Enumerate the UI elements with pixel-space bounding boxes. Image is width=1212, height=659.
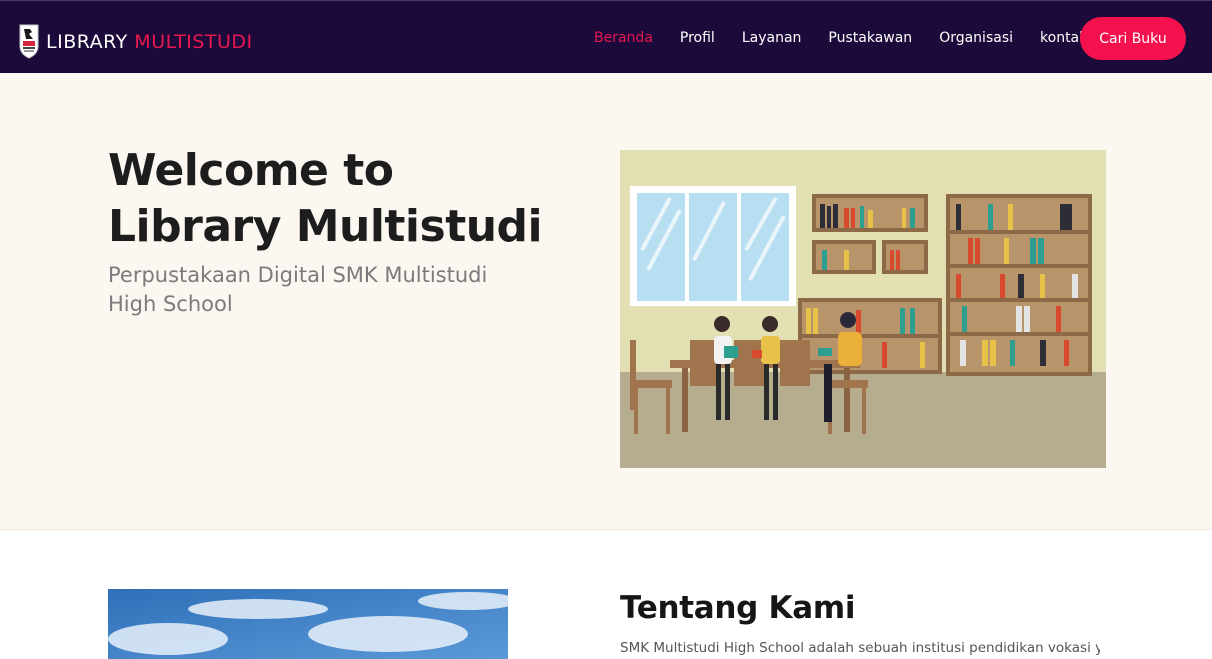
main-nav: Beranda Profil Layanan Pustakawan Organi… <box>594 29 1114 47</box>
library-reading-room-illustration <box>620 150 1106 468</box>
school-shield-logo-icon <box>19 24 39 59</box>
brand-name: LIBRARY MULTISTUDI <box>46 25 253 59</box>
top-navbar: LIBRARY MULTISTUDI Beranda Profil Layana… <box>0 0 1212 73</box>
brand-link[interactable]: LIBRARY MULTISTUDI <box>18 23 253 60</box>
about-title: Tentang Kami <box>620 590 856 626</box>
nav-item-beranda[interactable]: Beranda <box>594 29 653 47</box>
brand-name-part1: LIBRARY <box>46 30 128 53</box>
hero-subtitle: Perpustakaan Digital SMK Multistudi High… <box>108 263 488 316</box>
sky-clouds-photo <box>108 589 508 659</box>
nav-item-profil[interactable]: Profil <box>680 29 715 47</box>
about-text: SMK Multistudi High School adalah sebuah… <box>620 640 1100 656</box>
nav-item-organisasi[interactable]: Organisasi <box>939 29 1013 47</box>
brand-name-part2: MULTISTUDI <box>134 30 253 53</box>
cari-buku-button[interactable]: Cari Buku <box>1080 17 1186 60</box>
hero-section: Welcome to Library Multistudi Perpustaka… <box>0 73 1212 530</box>
nav-item-layanan[interactable]: Layanan <box>742 29 802 47</box>
hero-title: Welcome to Library Multistudi <box>108 145 543 252</box>
nav-item-pustakawan[interactable]: Pustakawan <box>828 29 912 47</box>
